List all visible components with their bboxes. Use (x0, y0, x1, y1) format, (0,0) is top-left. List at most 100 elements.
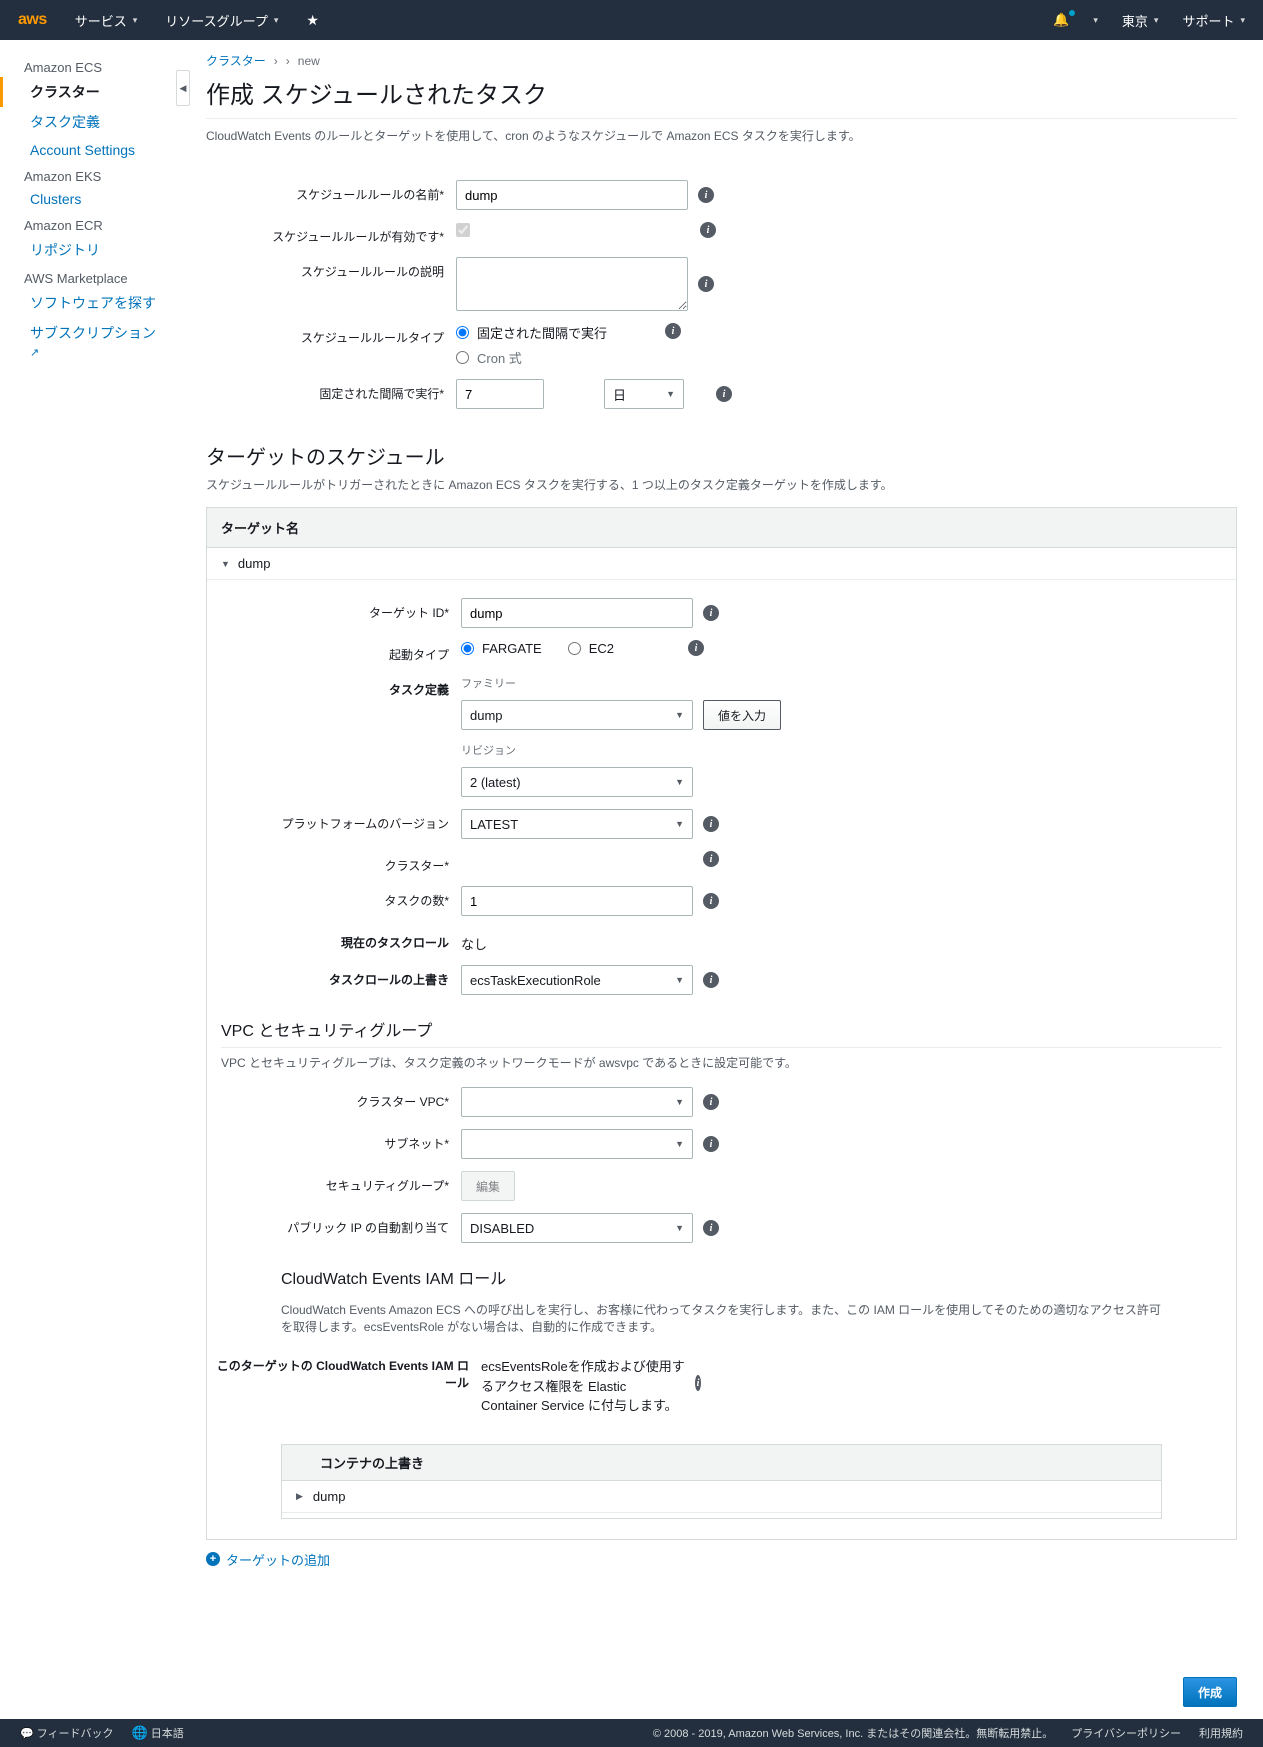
label-launch-type: 起動タイプ (211, 640, 461, 663)
rule-type-cron-radio[interactable] (456, 351, 469, 364)
launch-type-fargate-radio[interactable] (461, 642, 474, 655)
caret-down-icon: ▾ (274, 15, 279, 26)
rule-type-fixed-radio[interactable] (456, 326, 469, 339)
page-description: CloudWatch Events のルールとターゲットを使用して、cron の… (206, 118, 1237, 144)
current-task-role-value: なし (461, 928, 487, 953)
sidebar: ◀ Amazon ECS クラスター タスク定義 Account Setting… (0, 40, 180, 1719)
info-icon[interactable]: i (698, 187, 714, 203)
nav-resource-groups[interactable]: リソースグループ▾ (165, 11, 278, 30)
sidebar-heading-ecr: Amazon ECR (0, 212, 180, 235)
info-icon[interactable]: i (703, 1094, 719, 1110)
info-icon[interactable]: i (703, 893, 719, 909)
info-icon[interactable]: i (695, 1375, 701, 1391)
caret-down-icon: ▾ (1154, 15, 1159, 26)
info-icon[interactable]: i (703, 816, 719, 832)
container-override-header: コンテナの上書き (282, 1445, 1161, 1481)
breadcrumb: クラスター › › new (206, 52, 1237, 69)
subnet-select[interactable] (461, 1129, 693, 1159)
globe-icon: 🌐 (132, 1725, 148, 1740)
cluster-vpc-select[interactable] (461, 1087, 693, 1117)
rule-desc-textarea[interactable] (456, 257, 688, 311)
rule-type-cron-label: Cron 式 (477, 348, 522, 367)
label-public-ip: パブリック IP の自動割り当て (211, 1213, 461, 1236)
enter-value-button[interactable]: 値を入力 (703, 700, 781, 730)
rule-enabled-checkbox[interactable] (456, 223, 470, 237)
language-selector[interactable]: 🌐 日本語 (132, 1725, 184, 1741)
footer-privacy-link[interactable]: プライバシーポリシー (1071, 1725, 1181, 1741)
section-target-schedule-title: ターゲットのスケジュール (206, 441, 1237, 470)
task-count-input[interactable] (461, 886, 693, 916)
main-content: クラスター › › new 作成 スケジュールされたタスク CloudWatch… (180, 40, 1263, 1719)
info-icon[interactable]: i (698, 276, 714, 292)
label-security-group: セキュリティグループ* (211, 1171, 461, 1194)
taskrole-override-select[interactable]: ecsTaskExecutionRole (461, 965, 693, 995)
label-target-id: ターゲット ID* (211, 598, 461, 621)
nav-pin-icon[interactable]: ★ (306, 12, 319, 29)
target-name: dump (238, 556, 271, 571)
create-button[interactable]: 作成 (1183, 1677, 1237, 1707)
footer: 💬 フィードバック 🌐 日本語 © 2008 - 2019, Amazon We… (0, 1719, 1263, 1747)
info-icon[interactable]: i (665, 323, 681, 339)
container-override-panel: コンテナの上書き ▶ dump (281, 1444, 1162, 1519)
notifications-bell-icon[interactable]: 🔔 (1053, 12, 1069, 28)
breadcrumb-current: new (298, 54, 320, 68)
triangle-down-icon: ▼ (221, 559, 230, 569)
public-ip-select[interactable]: DISABLED (461, 1213, 693, 1243)
label-current-task-role: 現在のタスクロール (211, 928, 461, 951)
task-revision-select[interactable]: 2 (latest) (461, 767, 693, 797)
breadcrumb-sep: › (286, 54, 290, 68)
fixed-interval-unit-select[interactable]: 日 (604, 379, 684, 409)
vpc-section-title: VPC とセキュリティグループ (221, 1017, 1222, 1041)
sidebar-item-subscriptions[interactable]: サブスクリプション ↗ (0, 318, 180, 364)
info-icon[interactable]: i (703, 1220, 719, 1236)
mini-label-revision: リビジョン (461, 742, 781, 758)
container-override-item: dump (313, 1489, 346, 1504)
nav-account[interactable]: ▾ (1093, 15, 1098, 26)
nav-region[interactable]: 東京▾ (1122, 11, 1159, 30)
sg-edit-button[interactable]: 編集 (461, 1171, 515, 1201)
info-icon[interactable]: i (716, 386, 732, 402)
launch-type-ec2-radio[interactable] (568, 642, 581, 655)
aws-logo[interactable]: aws (18, 11, 47, 29)
iam-section-title: CloudWatch Events IAM ロール (281, 1265, 1162, 1289)
rule-name-input[interactable] (456, 180, 688, 210)
footer-copyright: © 2008 - 2019, Amazon Web Services, Inc.… (653, 1725, 1053, 1741)
iam-section-desc: CloudWatch Events Amazon ECS への呼び出しを実行し、… (281, 1295, 1162, 1335)
container-override-row[interactable]: ▶ dump (282, 1481, 1161, 1512)
top-nav: aws サービス▾ リソースグループ▾ ★ 🔔 ▾ 東京▾ サポート▾ (0, 0, 1263, 40)
platform-version-select[interactable]: LATEST (461, 809, 693, 839)
feedback-link[interactable]: 💬 フィードバック (20, 1725, 114, 1741)
sidebar-item-account-settings[interactable]: Account Settings (0, 137, 180, 163)
triangle-right-icon: ▶ (296, 1491, 303, 1502)
label-subnet: サブネット* (211, 1129, 461, 1152)
plus-icon: + (206, 1552, 220, 1566)
info-icon[interactable]: i (703, 851, 719, 867)
nav-support[interactable]: サポート▾ (1182, 11, 1245, 30)
sidebar-item-task-definitions[interactable]: タスク定義 (0, 107, 180, 137)
info-icon[interactable]: i (703, 605, 719, 621)
section-target-schedule-desc: スケジュールルールがトリガーされたときに Amazon ECS タスクを実行する… (206, 476, 1237, 493)
info-icon[interactable]: i (688, 640, 704, 656)
sidebar-item-find-software[interactable]: ソフトウェアを探す (0, 288, 180, 318)
mini-label-family: ファミリー (461, 675, 781, 691)
info-icon[interactable]: i (700, 222, 716, 238)
target-row-toggle[interactable]: ▼ dump (207, 548, 1236, 580)
nav-services[interactable]: サービス▾ (75, 11, 138, 30)
add-target-link[interactable]: + ターゲットの追加 (206, 1550, 1237, 1569)
sidebar-heading-ecs: Amazon ECS (0, 54, 180, 77)
label-cwe-iam-role: このターゲットの CloudWatch Events IAM ロール (211, 1351, 481, 1391)
breadcrumb-clusters[interactable]: クラスター (206, 52, 266, 69)
sidebar-item-eks-clusters[interactable]: Clusters (0, 186, 180, 212)
sidebar-heading-eks: Amazon EKS (0, 163, 180, 186)
info-icon[interactable]: i (703, 972, 719, 988)
info-icon[interactable]: i (703, 1136, 719, 1152)
page-title: 作成 スケジュールされたタスク (206, 75, 1237, 110)
sidebar-item-repositories[interactable]: リポジトリ (0, 235, 180, 265)
footer-terms-link[interactable]: 利用規約 (1199, 1725, 1243, 1741)
label-fixed-interval: 固定された間隔で実行* (206, 379, 456, 402)
target-id-input[interactable] (461, 598, 693, 628)
fixed-interval-input[interactable] (456, 379, 544, 409)
cwe-iam-role-value: ecsEventsRoleを作成および使用するアクセス権限を Elastic C… (481, 1351, 685, 1416)
sidebar-item-clusters[interactable]: クラスター (0, 77, 180, 107)
task-family-select[interactable]: dump (461, 700, 693, 730)
